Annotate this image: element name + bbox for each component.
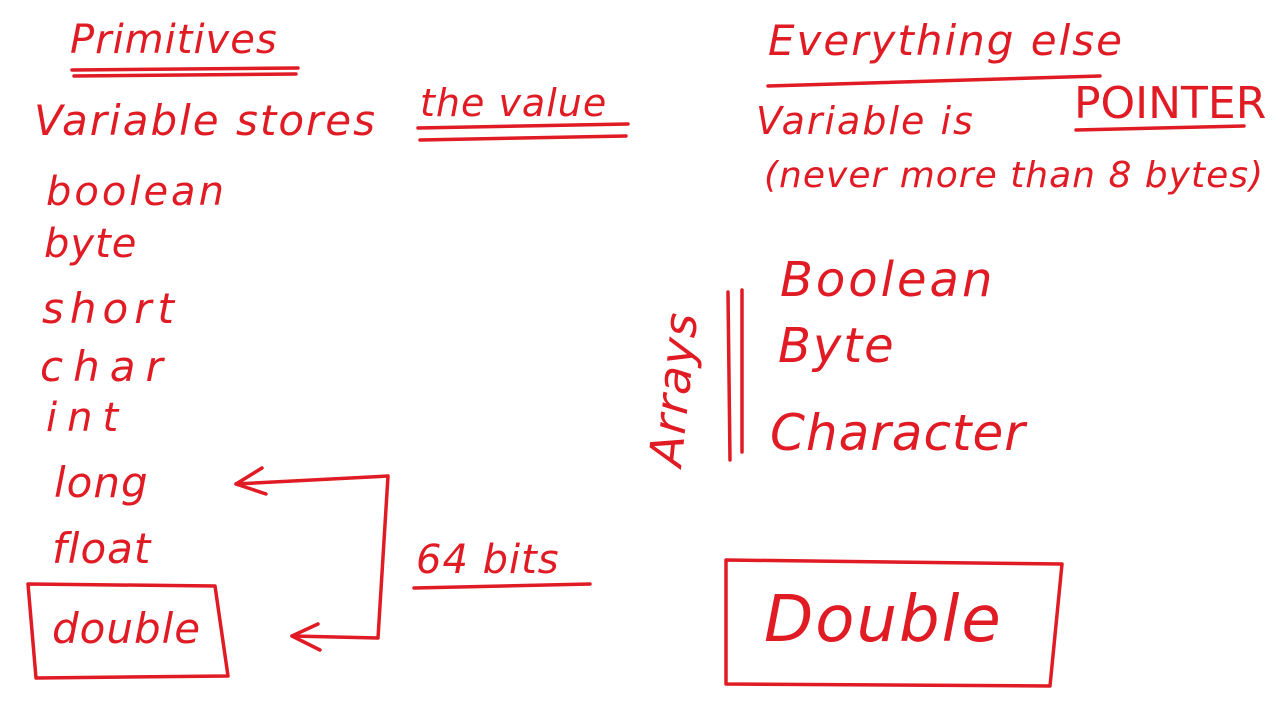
type-int: int: [46, 395, 129, 441]
left-subtitle-emphasis: the value: [420, 81, 608, 125]
right-line1-emphasis: POINTER: [1074, 78, 1267, 129]
primitives-heading: Primitives: [70, 17, 278, 63]
whiteboard: Primitives Variable stores the value boo…: [0, 0, 1283, 722]
type-boolean: boolean: [46, 169, 227, 215]
arrays-bar-1: [726, 290, 732, 462]
wrapper-character: Character: [770, 404, 1026, 462]
64-bits-underline: [412, 582, 592, 590]
wrapper-boolean: Boolean: [780, 252, 996, 308]
type-long: long: [54, 458, 149, 507]
right-line2: (never more than 8 bytes): [764, 155, 1265, 196]
right-line1-prefix: Variable is: [756, 99, 975, 143]
wrapper-double: Double: [764, 583, 1003, 657]
the-value-underline-2: [418, 134, 628, 142]
type-short: short: [42, 284, 180, 333]
everything-else-underline: [766, 74, 1102, 88]
type-char: char: [40, 342, 173, 391]
left-subtitle-prefix: Variable stores: [34, 96, 378, 145]
everything-else-heading: Everything else: [768, 16, 1124, 65]
wrapper-byte: Byte: [778, 318, 896, 374]
primitives-underline: [70, 66, 300, 72]
type-float: float: [52, 524, 152, 573]
primitives-underline-2: [72, 72, 298, 78]
type-double: double: [52, 604, 202, 653]
type-byte: byte: [44, 221, 138, 267]
bracket-arrow-line: [234, 474, 390, 640]
64-bits-note: 64 bits: [416, 537, 560, 583]
